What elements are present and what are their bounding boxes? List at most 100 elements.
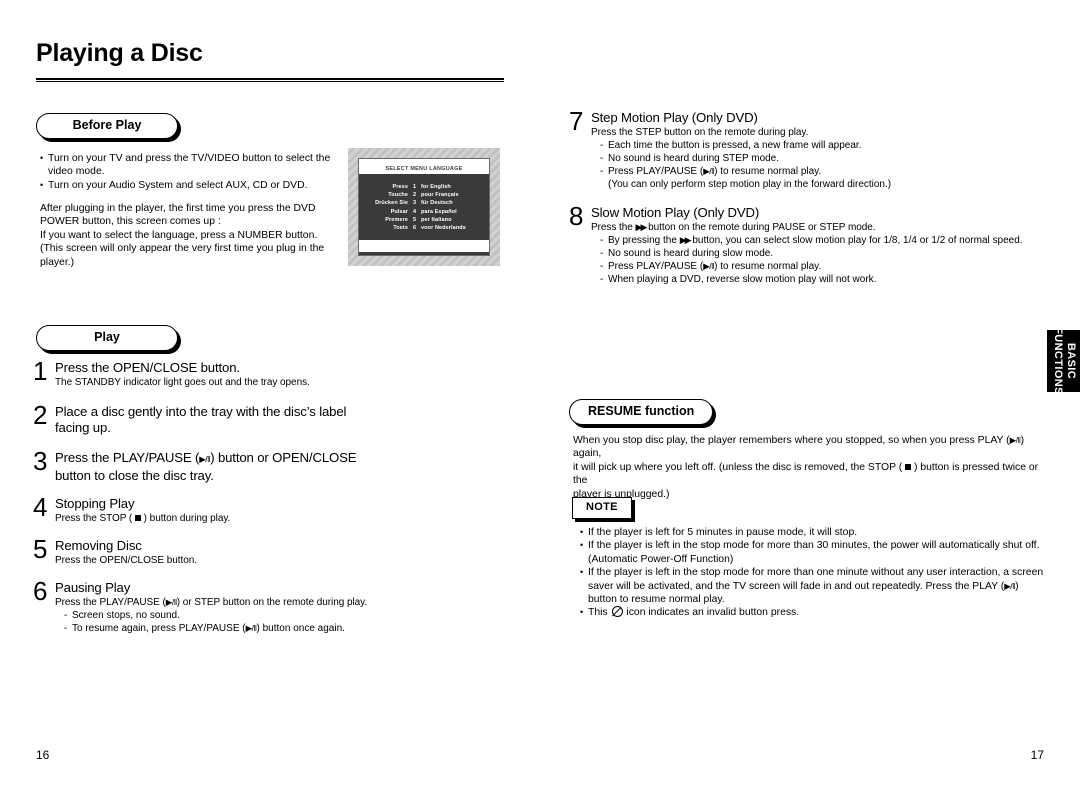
play-pause-icon: ▶/‖: [165, 596, 177, 607]
list-item: Screen stops, no sound.: [64, 609, 453, 622]
step-number: 8: [569, 201, 583, 231]
list-item-a: To resume again, press PLAY/PAUSE (: [72, 622, 246, 634]
step-body: Press the OPEN/CLOSE button. The STANDBY…: [55, 360, 413, 389]
play-heading: Play: [36, 325, 178, 351]
step-4: 4 Stopping Play Press the STOP ( ) butto…: [33, 494, 413, 525]
section-before-play: Before Play: [36, 113, 178, 139]
tv-verb: Pulsar: [390, 208, 408, 215]
section-play: Play: [36, 325, 178, 351]
side-tab-line-2: FUNCTIONS: [1051, 327, 1064, 395]
step-body: Place a disc gently into the tray with t…: [55, 404, 423, 435]
paragraph-line: player is unplugged.): [573, 488, 670, 500]
resume-paragraph: When you stop disc play, the player reme…: [573, 434, 1051, 501]
step-subtext-a: Press the: [591, 221, 633, 233]
page-right: Playing a Disc 7 Step Motion Play (Only …: [540, 0, 1080, 790]
list-item-b: ) to resume normal play.: [714, 165, 822, 177]
list-item-b: button, you can select slow motion play …: [692, 234, 1023, 246]
tv-language-list: Press 1 for English Touche 2 pour França…: [359, 175, 489, 240]
fast-forward-icon: ▶▶: [679, 234, 692, 245]
list-item: This icon indicates an invalid button pr…: [580, 606, 1058, 620]
list-item-b: saver will be activated, and the TV scre…: [588, 580, 1005, 592]
step-6: 6 Pausing Play Press the PLAY/PAUSE (▶/‖…: [33, 578, 453, 635]
tv-language-row: Press 1 for English: [359, 183, 489, 191]
step-1: 1 Press the OPEN/CLOSE button. The STAND…: [33, 358, 413, 389]
list-item: To resume again, press PLAY/PAUSE (▶/‖) …: [64, 622, 453, 635]
list-item-a: By pressing the: [608, 234, 677, 246]
step-body: Step Motion Play (Only DVD) Press the ST…: [591, 110, 1019, 191]
list-item: If the player is left in the stop mode f…: [580, 539, 1058, 566]
tv-language-row: Drücken Sie 3 für Deutsch: [359, 199, 489, 207]
fast-forward-icon: ▶▶: [635, 221, 648, 232]
step-title: Removing Disc: [55, 538, 142, 553]
tv-number: 3: [413, 200, 417, 207]
step-number: 7: [569, 106, 583, 136]
step-subtext: Press the ▶▶ button on the remote during…: [591, 221, 1039, 234]
tv-verb: Drücken Sie: [375, 200, 408, 207]
tv-language-row: Toets 6 voor Nederlands: [359, 224, 489, 232]
tv-language-row: Touche 2 pour Français: [359, 191, 489, 199]
play-pause-icon: ▶/‖: [1009, 435, 1021, 445]
list-item-b: ) button once again.: [256, 622, 345, 634]
play-pause-icon: ▶/‖: [1004, 580, 1016, 591]
step-title-text-cont: ) button or OPEN/CLOSE: [210, 450, 357, 465]
step-subtext-b: ) button during play.: [143, 512, 231, 524]
list-item: By pressing the ▶▶ button, you can selec…: [600, 234, 1039, 247]
step-7-dash-list: Each time the button is pressed, a new f…: [591, 139, 1019, 192]
step-8: 8 Slow Motion Play (Only DVD) Press the …: [569, 201, 1039, 287]
paragraph-line: After plugging in the player, the first …: [40, 203, 316, 214]
invalid-button-icon: [611, 606, 623, 618]
tv-screen-inner: SELECT MENU LANGUAGE Press 1 for English…: [358, 158, 490, 256]
play-pause-icon: ▶/‖: [703, 260, 715, 271]
list-item-d: button to resume normal play.: [588, 594, 725, 606]
tv-language: für Deutsch: [421, 200, 453, 207]
tv-number: 5: [413, 216, 417, 223]
page-number-right: 17: [1030, 748, 1044, 762]
step-subtext-b: ) or STEP button on the remote during pl…: [176, 596, 368, 608]
step-body: Removing Disc Press the OPEN/CLOSE butto…: [55, 538, 413, 567]
page-left: Playing a Disc Before Play Turn on your …: [0, 0, 540, 790]
play-pause-icon: ▶/‖: [199, 454, 211, 464]
list-item: If the player is left for 5 minutes in p…: [580, 526, 1058, 540]
step-subtext-a: Press the PLAY/PAUSE (: [55, 596, 166, 608]
step-title: Stopping Play: [55, 496, 135, 511]
step-title: Step Motion Play (Only DVD): [591, 110, 758, 125]
list-item-a: Press PLAY/PAUSE (: [608, 260, 704, 272]
list-item: Press PLAY/PAUSE (▶/‖) to resume normal …: [600, 165, 1019, 178]
step-title-cont: button to close the disc tray.: [55, 467, 214, 483]
tv-number: 4: [413, 208, 417, 215]
tv-language: for English: [421, 184, 451, 190]
section-resume: RESUME function: [569, 399, 714, 425]
list-item-b: (Automatic Power-Off Function): [588, 553, 734, 565]
manual-page-spread: Playing a Disc Before Play Turn on your …: [0, 0, 1080, 790]
header-left: Playing a Disc: [36, 38, 504, 82]
step-subtext: Press the STOP ( ) button during play.: [55, 512, 413, 525]
list-item: Each time the button is pressed, a new f…: [600, 139, 1019, 152]
paragraph-text-a: it will pick up where you left off. (unl…: [573, 461, 903, 473]
list-item: If the player is left in the stop mode f…: [580, 566, 1058, 606]
step-number: 5: [33, 534, 47, 564]
resume-heading: RESUME function: [569, 399, 714, 425]
step-5: 5 Removing Disc Press the OPEN/CLOSE but…: [33, 534, 413, 567]
paragraph-text-a: When you stop disc play, the player reme…: [573, 435, 1010, 446]
tv-screen-title: SELECT MENU LANGUAGE: [359, 165, 489, 175]
step-title: Slow Motion Play (Only DVD): [591, 205, 760, 220]
note-list: If the player is left for 5 minutes in p…: [580, 526, 1058, 620]
list-item-a: This: [588, 607, 608, 619]
tv-number: 6: [413, 225, 417, 232]
step-subtext-a: Press the STOP (: [55, 512, 133, 524]
tv-language: voor Nederlands: [421, 225, 466, 232]
side-tab-line-1: BASIC: [1064, 342, 1077, 380]
tv-verb: Press: [392, 184, 408, 190]
play-pause-icon: ▶/‖: [245, 622, 257, 633]
list-item: (You can only perform step motion play i…: [608, 179, 892, 191]
list-item: Turn on your TV and press the TV/VIDEO b…: [40, 152, 340, 179]
tv-screen-illustration: SELECT MENU LANGUAGE Press 1 for English…: [348, 148, 500, 266]
step-number: 2: [33, 400, 47, 430]
step-8-dash-list: By pressing the ▶▶ button, you can selec…: [591, 234, 1039, 287]
step-subtext: Press the OPEN/CLOSE button.: [55, 554, 197, 566]
tv-language: per Italiano: [421, 216, 452, 223]
paragraph-line: If you want to select the language, pres…: [40, 229, 318, 241]
page-number-left: 16: [36, 748, 50, 762]
list-item: Turn on your Audio System and select AUX…: [40, 179, 340, 193]
step-body: Slow Motion Play (Only DVD) Press the ▶▶…: [591, 205, 1039, 287]
